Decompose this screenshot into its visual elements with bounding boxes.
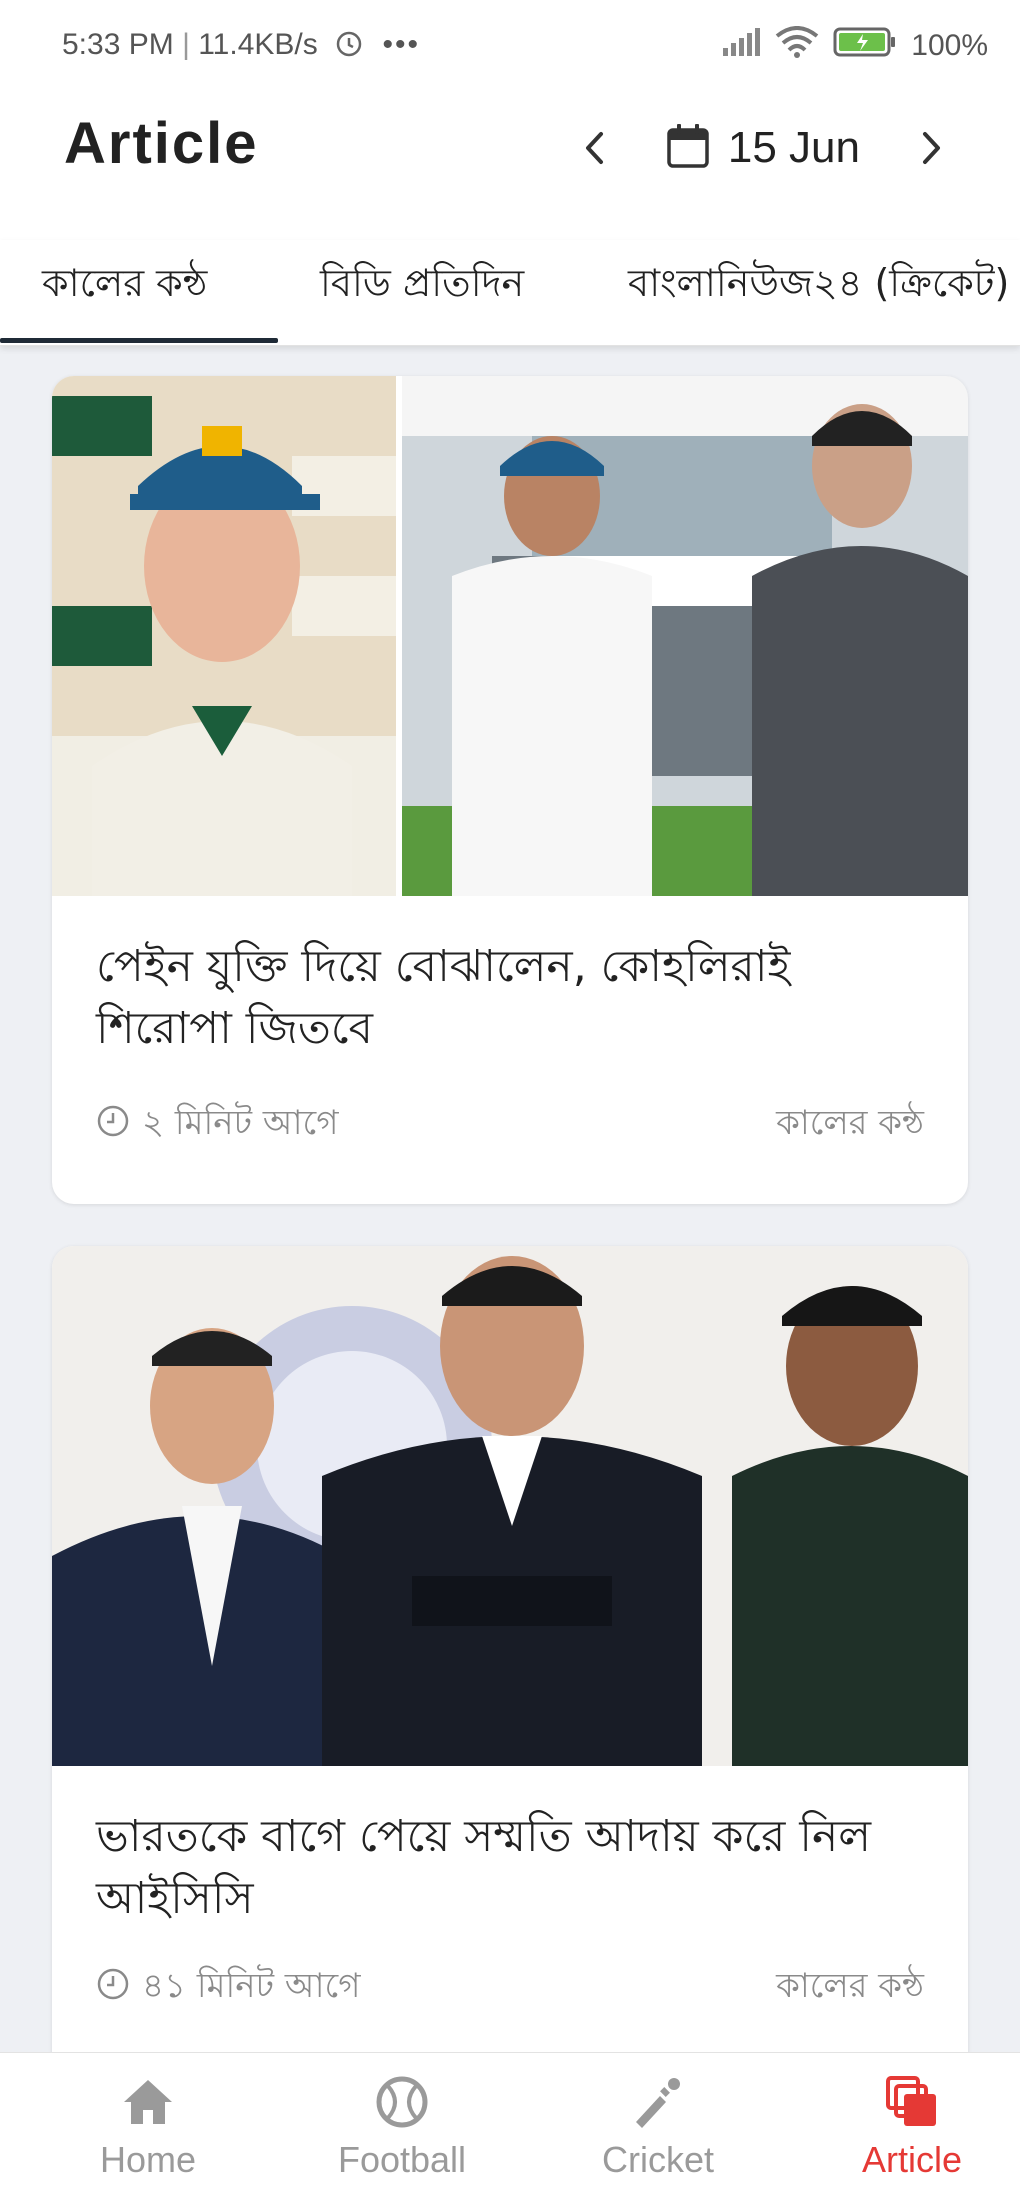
nav-cricket[interactable]: Cricket bbox=[558, 2071, 758, 2181]
nav-article-label: Article bbox=[861, 2139, 963, 2180]
active-tab-indicator bbox=[0, 338, 278, 343]
date-navigator: 15 Jun bbox=[566, 120, 960, 176]
article-card[interactable]: পেইন যুক্তি দিয়ে বোঝালেন, কোহলিরাই শিরো… bbox=[52, 376, 968, 1204]
article-time: ৪১ মিনিট আগে bbox=[96, 1960, 361, 2017]
chevron-left-icon[interactable] bbox=[566, 120, 622, 176]
tab-banglanews24[interactable]: বাংলানিউজ২৪ (ক্রিকেট) bbox=[628, 254, 1009, 318]
article-source: কালের কন্ঠ bbox=[776, 1103, 924, 1143]
article-time-text: ৪১ মিনিট আগে bbox=[142, 1966, 361, 2006]
source-tabs: কালের কন্ঠ বিডি প্রতিদিন বাংলানিউজ২৪ (ক্… bbox=[0, 240, 1020, 346]
article-title: পেইন যুক্তি দিয়ে বোঝালেন, কোহলিরাই শিরো… bbox=[96, 941, 791, 1054]
article-icon bbox=[812, 2071, 1012, 2133]
chevron-right-icon[interactable] bbox=[904, 120, 960, 176]
article-source: কালের কন্ঠ bbox=[776, 1966, 924, 2006]
alarm-icon bbox=[334, 28, 364, 66]
article-time-text: ২ মিনিট আগে bbox=[142, 1103, 339, 1143]
cricket-icon bbox=[558, 2071, 758, 2133]
battery-percent: 100% bbox=[911, 29, 988, 62]
status-time: 5:33 PM bbox=[62, 28, 174, 61]
article-card[interactable]: ভারতকে বাগে পেয়ে সম্মতি আদায় করে নিল আ… bbox=[52, 1246, 968, 2086]
nav-cricket-label: Cricket bbox=[601, 2139, 714, 2180]
signal-icon bbox=[721, 28, 761, 64]
page-title: Article bbox=[64, 111, 259, 176]
nav-home-label: Home bbox=[99, 2139, 197, 2180]
tab-bd-pratidin[interactable]: বিডি প্রতিদিন bbox=[320, 254, 524, 318]
article-image bbox=[52, 1246, 968, 1766]
bottom-navigation: Home Football Cricket Article bbox=[0, 2052, 1020, 2210]
article-meta: ২ মিনিট আগে কালের কন্ঠ bbox=[96, 1097, 924, 1154]
status-bar: 5:33 PM | 11.4KB/s ••• 100% bbox=[0, 0, 1020, 90]
article-image bbox=[52, 376, 968, 896]
date-label: 15 Jun bbox=[727, 123, 860, 172]
article-meta: ৪১ মিনিট আগে কালের কন্ঠ bbox=[96, 1960, 924, 2017]
calendar-icon bbox=[666, 122, 710, 174]
home-icon bbox=[48, 2071, 248, 2133]
nav-article[interactable]: Article bbox=[812, 2071, 1012, 2181]
battery-icon bbox=[833, 26, 897, 66]
clock-icon bbox=[96, 1104, 130, 1147]
football-icon bbox=[302, 2071, 502, 2133]
date-picker[interactable]: 15 Jun bbox=[666, 122, 860, 174]
nav-home[interactable]: Home bbox=[48, 2071, 248, 2181]
article-title: ভারতকে বাগে পেয়ে সম্মতি আদায় করে নিল আ… bbox=[96, 1811, 871, 1924]
status-left: 5:33 PM | 11.4KB/s ••• bbox=[62, 28, 420, 66]
nav-football[interactable]: Football bbox=[302, 2071, 502, 2181]
nav-football-label: Football bbox=[337, 2139, 467, 2180]
status-right: 100% bbox=[721, 26, 988, 66]
clock-icon bbox=[96, 1967, 130, 2010]
tab-kaler-kantho[interactable]: কালের কন্ঠ bbox=[42, 254, 207, 318]
article-time: ২ মিনিট আগে bbox=[96, 1097, 338, 1154]
wifi-icon bbox=[775, 26, 819, 66]
status-net-speed: 11.4KB/s bbox=[198, 28, 318, 61]
more-dots-icon: ••• bbox=[382, 28, 420, 61]
